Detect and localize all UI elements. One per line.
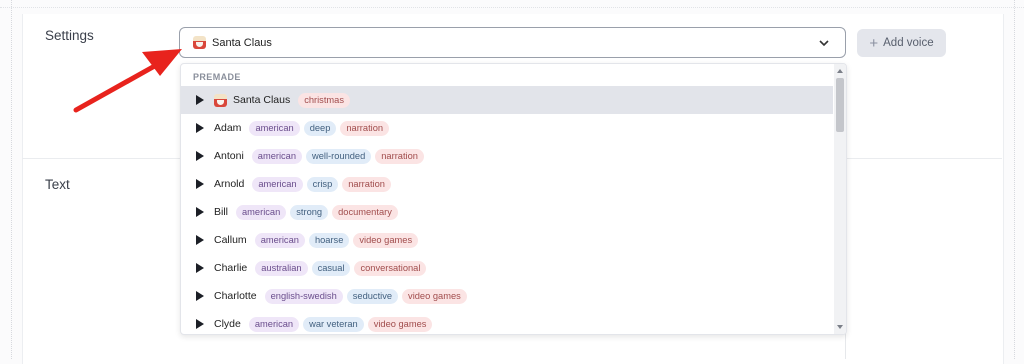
- text-label: Text: [45, 177, 70, 192]
- guide-line: [0, 7, 1024, 8]
- group-label: PREMADE: [193, 72, 241, 82]
- voice-option-name: Adam: [214, 122, 242, 134]
- voice-option[interactable]: Callum american hoarse video games: [181, 226, 833, 254]
- voice-tag: video games: [402, 288, 467, 304]
- voice-tag: narration: [375, 148, 424, 164]
- scroll-up-icon[interactable]: [837, 69, 843, 73]
- voice-tag: narration: [340, 120, 390, 136]
- voice-tag: documentary: [332, 204, 398, 220]
- voice-dropdown: PREMADE Santa Claus christmas Adam american…: [180, 63, 847, 335]
- play-icon[interactable]: [196, 179, 204, 189]
- voice-select-value: Santa Claus: [212, 36, 272, 49]
- voice-tag: american: [248, 316, 300, 332]
- voice-option[interactable]: Charlotte english-swedish seductive video g…: [181, 282, 833, 310]
- voice-tag: crisp: [306, 176, 339, 192]
- voice-tag: narration: [342, 176, 391, 192]
- voice-tag: english-swedish: [264, 288, 343, 304]
- voice-option-name: Arnold: [214, 178, 245, 190]
- voice-option[interactable]: Arnold american crisp narration: [181, 170, 833, 198]
- voice-tag: american: [249, 120, 300, 136]
- voice-tag: american: [252, 176, 303, 192]
- voice-option[interactable]: Clyde american war veteran video games: [181, 310, 833, 334]
- santa-emoji-icon: [214, 93, 227, 107]
- voice-tag: seductive: [346, 288, 399, 304]
- guide-line: [11, 0, 12, 359]
- play-icon[interactable]: [196, 235, 204, 245]
- voice-option-name: Charlie: [214, 262, 248, 274]
- voice-tag: strong: [290, 204, 329, 220]
- scroll-down-icon[interactable]: [837, 325, 843, 329]
- voice-option-name: Antoni: [214, 150, 244, 162]
- voice-option-name: Callum: [214, 234, 247, 246]
- play-icon[interactable]: [196, 319, 204, 329]
- voice-tag: hoarse: [308, 232, 350, 248]
- guide-line: [1014, 0, 1015, 359]
- voice-tag: american: [254, 232, 305, 248]
- voice-option-name: Bill: [214, 206, 229, 218]
- voice-tag: war veteran: [303, 316, 364, 332]
- voice-tag: american: [251, 148, 303, 164]
- voice-option[interactable]: Santa Claus christmas: [181, 86, 833, 114]
- voice-option-name: Santa Claus: [233, 94, 291, 106]
- play-icon[interactable]: [196, 95, 204, 105]
- add-voice-button[interactable]: + Add voice: [857, 29, 946, 57]
- voice-tag: casual: [311, 260, 351, 276]
- voice-tag: video games: [367, 316, 433, 332]
- voice-option-name: Charlotte: [214, 290, 257, 302]
- voice-tag: australian: [255, 260, 308, 276]
- play-icon[interactable]: [196, 207, 204, 217]
- voice-option[interactable]: Adam american deep narration: [181, 114, 833, 142]
- add-voice-label: Add voice: [883, 37, 934, 49]
- plus-icon: +: [869, 34, 879, 52]
- voice-tag: christmas: [298, 92, 350, 108]
- play-icon[interactable]: [196, 151, 204, 161]
- voice-tag: well-rounded: [306, 148, 372, 164]
- voice-tag: american: [236, 204, 287, 220]
- voice-tag: deep: [303, 120, 337, 136]
- scrollbar[interactable]: [834, 64, 846, 334]
- voice-option[interactable]: Antoni american well-rounded narration: [181, 142, 833, 170]
- voice-select[interactable]: Santa Claus: [179, 27, 846, 58]
- play-icon[interactable]: [196, 123, 204, 133]
- play-icon[interactable]: [196, 263, 204, 273]
- settings-label: Settings: [45, 28, 94, 43]
- voice-option[interactable]: Charlie australian casual conversational: [181, 254, 833, 282]
- play-icon[interactable]: [196, 291, 204, 301]
- voice-tag: video games: [353, 232, 419, 248]
- santa-emoji-icon: [193, 36, 206, 49]
- voice-option[interactable]: Bill american strong documentary: [181, 198, 833, 226]
- voice-option-name: Clyde: [214, 318, 241, 330]
- voice-tag: conversational: [354, 260, 427, 276]
- chevron-down-icon: [819, 40, 829, 47]
- scrollbar-thumb[interactable]: [836, 78, 844, 132]
